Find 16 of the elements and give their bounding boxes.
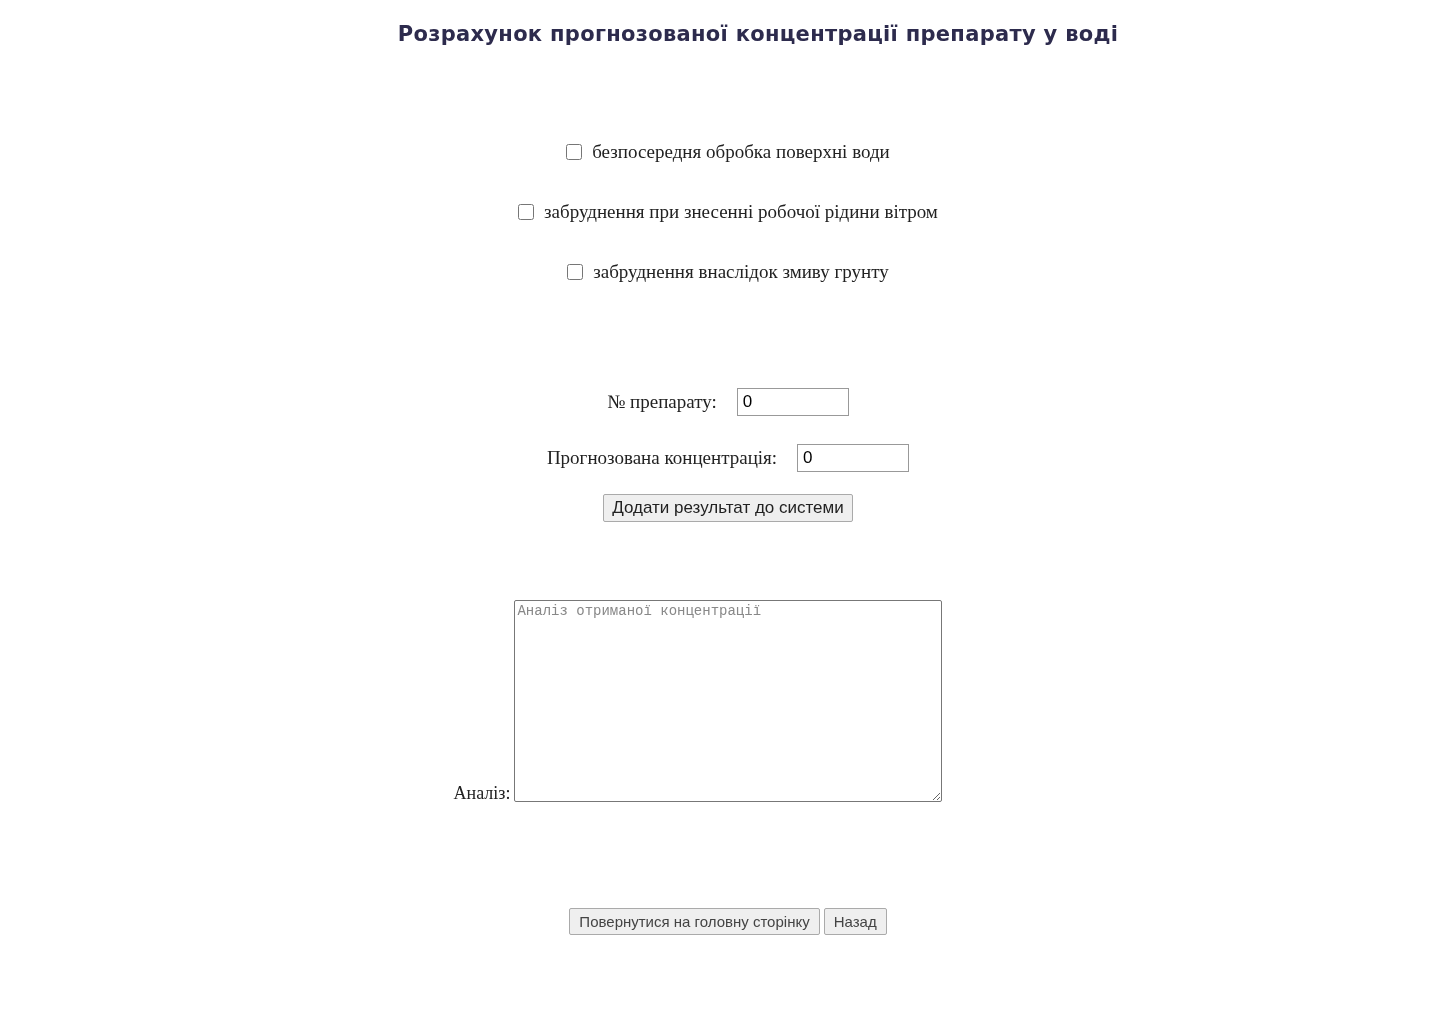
field-label: Прогнозована концентрація: [546,447,778,469]
checkbox[interactable] [518,204,535,220]
checkbox-label: безпосередня обробка поверхні води [592,141,890,163]
field-label: № препарату: [607,391,717,413]
back-button[interactable]: Назад [823,908,887,935]
page-title: Розрахунок прогнозованої концентрації препарату у воді [397,22,1119,46]
checkbox[interactable] [567,264,584,280]
checkbox[interactable] [566,144,583,160]
analysis-field[interactable]: Аналіз отриманої концентрації [514,600,943,802]
checkbox-label: забруднення при знесенні робочої рідини вітром [544,201,938,223]
add-result-button[interactable]: Додати результат до системи [603,494,853,522]
checkbox-label: забруднення внаслідок змиву грунту [593,261,889,283]
home-button[interactable]: Повернутися на головну сторінку [569,908,820,935]
input-field[interactable]: 0 [797,444,910,472]
analysis-label: Аналіз: [453,784,511,802]
input-field[interactable]: 0 [736,388,849,416]
